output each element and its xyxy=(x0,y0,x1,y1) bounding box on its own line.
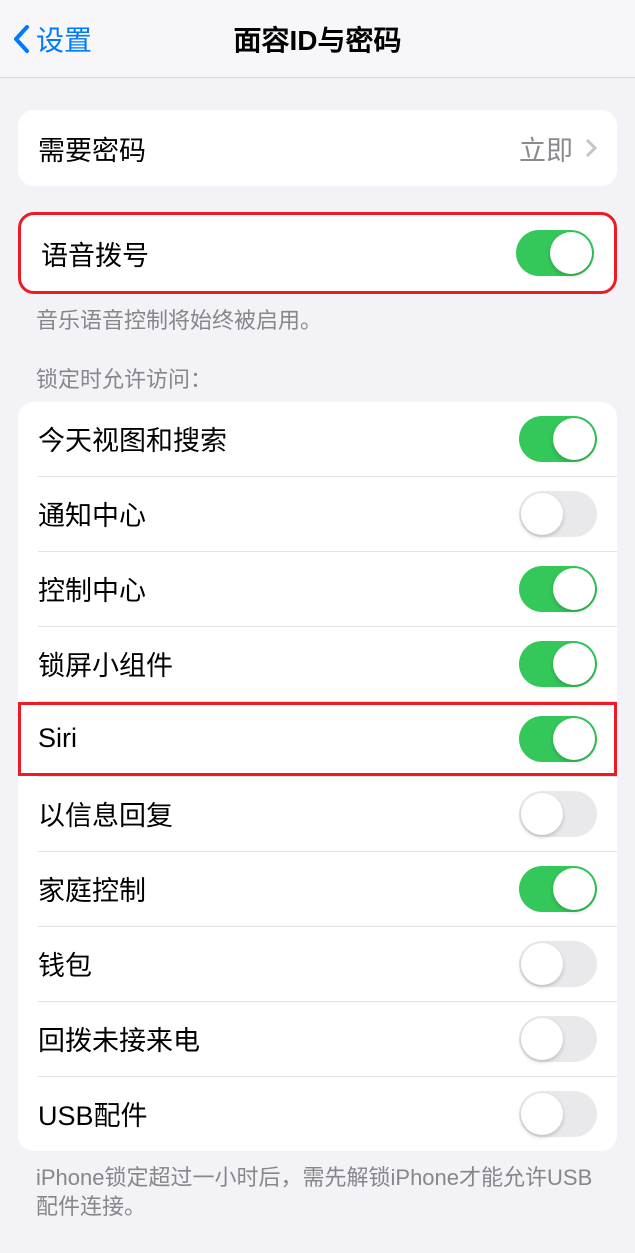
group-voice-dial: 语音拨号 xyxy=(18,212,617,294)
cell-right: 立即 xyxy=(519,129,597,168)
lock-access-cell: 以信息回复 xyxy=(18,777,617,851)
back-label: 设置 xyxy=(36,19,92,59)
voice-dial-footer: 音乐语音控制将始终被启用。 xyxy=(0,294,635,336)
toggle-knob xyxy=(553,868,595,910)
toggle-knob xyxy=(521,793,563,835)
lock-access-toggle[interactable] xyxy=(519,866,597,912)
lock-access-cell: 通知中心 xyxy=(18,477,617,551)
toggle-knob xyxy=(553,643,595,685)
lock-access-toggle[interactable] xyxy=(519,416,597,462)
lock-access-label: 控制中心 xyxy=(38,569,146,608)
lock-access-label: USB配件 xyxy=(38,1094,148,1133)
lock-access-header: 锁定时允许访问： xyxy=(0,336,635,402)
require-passcode-cell[interactable]: 需要密码 立即 xyxy=(18,110,617,186)
lock-access-toggle[interactable] xyxy=(519,791,597,837)
lock-access-cell: USB配件 xyxy=(18,1077,617,1151)
toggle-knob xyxy=(521,1018,563,1060)
lock-access-toggle[interactable] xyxy=(519,1091,597,1137)
toggle-knob xyxy=(521,1093,563,1135)
lock-access-label: 今天视图和搜索 xyxy=(38,419,227,458)
content: 需要密码 立即 语音拨号 音乐语音控制将始终被启用。 锁定时允许访问： 今天视图… xyxy=(0,110,635,1222)
back-button[interactable]: 设置 xyxy=(12,19,92,59)
lock-access-cell: 家庭控制 xyxy=(18,852,617,926)
toggle-knob xyxy=(521,943,563,985)
navbar: 设置 面容ID与密码 xyxy=(0,0,635,78)
chevron-right-icon xyxy=(585,138,597,158)
toggle-knob xyxy=(553,418,595,460)
toggle-knob xyxy=(553,718,595,760)
lock-access-label: 以信息回复 xyxy=(38,794,173,833)
toggle-knob xyxy=(550,232,592,274)
toggle-knob xyxy=(521,493,563,535)
require-passcode-label: 需要密码 xyxy=(38,129,146,168)
lock-access-label: 钱包 xyxy=(38,944,92,983)
lock-access-cell: 控制中心 xyxy=(18,552,617,626)
lock-access-cell: 今天视图和搜索 xyxy=(18,402,617,476)
lock-access-toggle[interactable] xyxy=(519,641,597,687)
lock-access-toggle[interactable] xyxy=(519,941,597,987)
lock-access-footer: iPhone锁定超过一小时后，需先解锁iPhone才能允许USB配件连接。 xyxy=(0,1151,635,1222)
voice-dial-cell: 语音拨号 xyxy=(21,215,614,291)
voice-dial-toggle[interactable] xyxy=(516,230,594,276)
lock-access-label: Siri xyxy=(38,723,77,754)
lock-access-label: 回拨未接来电 xyxy=(38,1019,200,1058)
lock-access-cell: 锁屏小组件 xyxy=(18,627,617,701)
lock-access-cell: Siri xyxy=(18,702,617,776)
group-lock-access: 今天视图和搜索通知中心控制中心锁屏小组件 Siri 以信息回复家庭控制钱包回拨未接来… xyxy=(18,402,617,1151)
lock-access-toggle[interactable] xyxy=(519,491,597,537)
lock-access-toggle[interactable] xyxy=(519,716,597,762)
page-title: 面容ID与密码 xyxy=(233,19,401,59)
lock-access-label: 家庭控制 xyxy=(38,869,146,908)
chevron-left-icon xyxy=(12,24,30,54)
lock-access-cell: 回拨未接来电 xyxy=(18,1002,617,1076)
lock-access-toggle[interactable] xyxy=(519,566,597,612)
toggle-knob xyxy=(553,568,595,610)
lock-access-cell: 钱包 xyxy=(18,927,617,1001)
require-passcode-value: 立即 xyxy=(519,129,573,168)
lock-access-label: 通知中心 xyxy=(38,494,146,533)
lock-access-label: 锁屏小组件 xyxy=(38,644,173,683)
lock-access-toggle[interactable] xyxy=(519,1016,597,1062)
group-require-passcode: 需要密码 立即 xyxy=(18,110,617,186)
voice-dial-label: 语音拨号 xyxy=(41,234,149,273)
